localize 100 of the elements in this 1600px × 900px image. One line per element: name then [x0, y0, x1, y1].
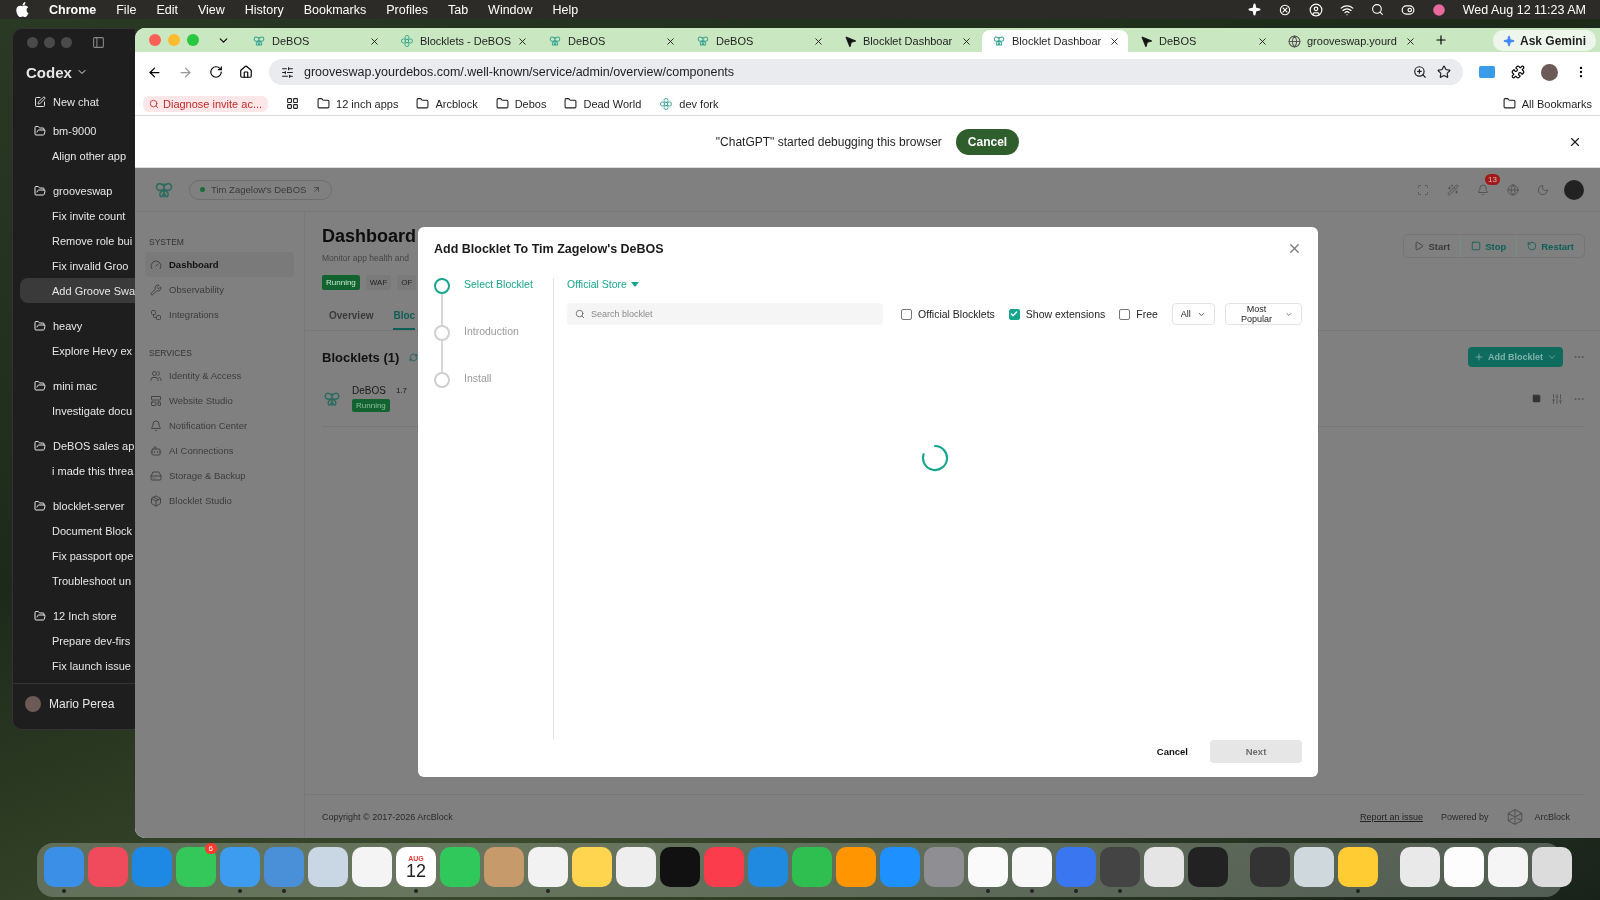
- control-center-icon[interactable]: [1400, 2, 1415, 17]
- app-icon[interactable]: [1012, 847, 1052, 887]
- chat-item[interactable]: Troubleshoot un: [20, 568, 135, 593]
- site-settings-icon[interactable]: [281, 65, 294, 79]
- user-icon[interactable]: [1308, 2, 1323, 17]
- menu-item[interactable]: Edit: [156, 2, 178, 17]
- checkbox[interactable]: [1008, 308, 1020, 320]
- bookmark-folder[interactable]: All Bookmarks: [1502, 97, 1592, 110]
- filter-checkbox[interactable]: Show extensions: [1008, 308, 1106, 320]
- app-icon[interactable]: [1532, 847, 1572, 887]
- apps-grid-icon[interactable]: [286, 97, 300, 110]
- menu-item[interactable]: Profiles: [386, 2, 428, 17]
- app-icon[interactable]: [1144, 847, 1184, 887]
- wifi-icon[interactable]: [1339, 2, 1354, 17]
- close-icon[interactable]: [1257, 35, 1268, 47]
- chat-item[interactable]: Document Block: [20, 518, 135, 543]
- bookmark-folder[interactable]: Dead World: [564, 97, 642, 110]
- sidebar-item[interactable]: Dashboard: [145, 252, 294, 277]
- bookmark-folder[interactable]: Debos: [495, 97, 547, 110]
- ask-gemini-button[interactable]: Ask Gemini: [1492, 30, 1596, 51]
- chat-item[interactable]: Investigate docu: [20, 398, 135, 423]
- menu-item[interactable]: Help: [552, 2, 579, 17]
- report-issue-link[interactable]: Report an issue: [1359, 811, 1423, 822]
- chat-item[interactable]: Fix invalid Groo: [20, 253, 135, 278]
- sidebar-icon[interactable]: [92, 35, 105, 49]
- refresh-icon[interactable]: [409, 352, 419, 362]
- close-icon[interactable]: [961, 35, 972, 47]
- chat-item[interactable]: Add Groove Swa: [20, 278, 135, 303]
- filter-checkbox[interactable]: Free: [1119, 308, 1158, 320]
- app-icon[interactable]: [1400, 847, 1440, 887]
- checkbox[interactable]: [901, 308, 912, 320]
- search-field[interactable]: Search blocklet: [567, 303, 883, 325]
- bookmark-star-icon[interactable]: [1437, 65, 1451, 79]
- address-bar[interactable]: grooveswap.yourdebos.com/.well-known/service/admin/overview/components: [269, 59, 1463, 85]
- app-icon[interactable]: [1488, 847, 1528, 887]
- profile-avatar[interactable]: [1564, 179, 1584, 200]
- zoom-icon[interactable]: [1413, 65, 1427, 79]
- browser-tab[interactable]: grooveswap.yourd: [1278, 30, 1424, 52]
- menu-item[interactable]: View: [197, 2, 225, 17]
- new-tab-icon[interactable]: [1434, 33, 1448, 47]
- project-item[interactable]: 12 Inch store: [20, 603, 135, 628]
- forward-icon[interactable]: [178, 64, 193, 80]
- cancel-button[interactable]: Cancel: [1150, 745, 1194, 758]
- app-icon[interactable]: [1444, 847, 1484, 887]
- sparkle-icon[interactable]: [1247, 3, 1261, 16]
- cancel-button[interactable]: Cancel: [955, 128, 1020, 155]
- chat-item[interactable]: Fix passport ope: [20, 543, 135, 568]
- project-item[interactable]: grooveswap: [20, 178, 135, 203]
- home-icon[interactable]: [239, 65, 253, 79]
- profile-avatar[interactable]: [1541, 63, 1558, 81]
- app-icon[interactable]: [968, 847, 1008, 887]
- stop-icon[interactable]: [1532, 394, 1541, 403]
- browser-tab[interactable]: DeBOS: [1130, 30, 1276, 52]
- bookmark-chip[interactable]: Diagnose invite ac...: [143, 95, 269, 112]
- checkbox[interactable]: [1119, 308, 1131, 320]
- menu-item[interactable]: Bookmarks: [303, 2, 367, 17]
- chat-item[interactable]: Explore Hevy ex: [20, 338, 135, 363]
- chat-item[interactable]: Align other app: [20, 143, 135, 168]
- close-icon[interactable]: [369, 35, 380, 47]
- chat-item[interactable]: i made this threa: [20, 458, 135, 483]
- chat-item[interactable]: Remove role bui: [20, 228, 135, 253]
- close-icon[interactable]: [517, 35, 528, 47]
- bookmark-link[interactable]: dev fork: [659, 96, 719, 111]
- menu-item[interactable]: Tab: [447, 2, 469, 17]
- apple-logo-icon[interactable]: [16, 2, 29, 17]
- project-item[interactable]: bm-9000: [20, 118, 135, 143]
- orb-icon[interactable]: [1431, 2, 1446, 17]
- project-item[interactable]: blocklet-server: [20, 493, 135, 518]
- reload-icon[interactable]: [209, 65, 223, 79]
- bookmark-folder[interactable]: 12 inch apps: [317, 97, 399, 110]
- menu-item[interactable]: Chrome: [49, 2, 97, 17]
- project-item[interactable]: DeBOS sales ap: [20, 433, 135, 458]
- chat-item[interactable]: Fix launch issue: [20, 653, 135, 678]
- menu-item[interactable]: File: [116, 2, 137, 17]
- close-icon[interactable]: [665, 35, 676, 47]
- browser-tab[interactable]: DeBOS: [538, 30, 684, 52]
- browser-tab[interactable]: DeBOS: [686, 30, 832, 52]
- search-icon[interactable]: [1370, 3, 1384, 16]
- menu-item[interactable]: History: [244, 2, 284, 17]
- extension-icon[interactable]: [1479, 65, 1495, 79]
- blocklet-name[interactable]: DeBOS: [352, 385, 386, 396]
- filter-checkbox[interactable]: Official Blocklets: [901, 308, 995, 320]
- close-icon[interactable]: [1109, 35, 1120, 47]
- select-dropdown[interactable]: All: [1171, 303, 1215, 325]
- close-window-button[interactable]: [149, 34, 161, 46]
- close-icon[interactable]: [813, 35, 824, 47]
- new-chat-item[interactable]: New chat: [20, 89, 135, 114]
- project-item[interactable]: mini mac: [20, 373, 135, 398]
- browser-tab[interactable]: Blocklet Dashboar: [982, 30, 1128, 52]
- project-item[interactable]: heavy: [20, 313, 135, 338]
- app-title[interactable]: Codex: [26, 63, 72, 81]
- browser-tab[interactable]: Blocklet Dashboar: [834, 30, 980, 52]
- back-icon[interactable]: [147, 64, 162, 80]
- select-dropdown[interactable]: Most Popular: [1224, 303, 1302, 325]
- user-name[interactable]: Mario Perea: [49, 696, 115, 711]
- chat-item[interactable]: Fix invite count: [20, 203, 135, 228]
- chat-item[interactable]: Prepare dev-firs: [20, 628, 135, 653]
- close-icon[interactable]: [1405, 35, 1416, 47]
- menu-item[interactable]: Window: [488, 2, 533, 17]
- bookmark-folder[interactable]: Arcblock: [416, 97, 478, 110]
